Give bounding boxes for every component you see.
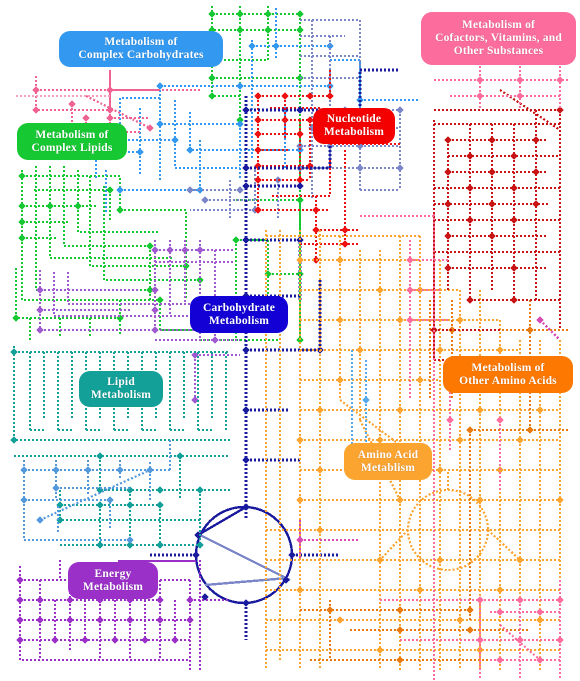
metabolic-pathway-map: .l{fill:none;stroke-width:2.2;stroke-das… — [0, 0, 580, 681]
label-energy-metabolism[interactable]: Energy Metabolism — [68, 562, 158, 599]
label-complex-lipids[interactable]: Metabolism of Complex Lipids — [17, 123, 127, 160]
label-lipid-metabolism[interactable]: Lipid Metabolism — [79, 371, 163, 407]
label-other-amino-acids[interactable]: Metabolism of Other Amino Acids — [443, 356, 573, 393]
label-cofactors-vitamins[interactable]: Metabolism of Cofactors, Vitamins, and O… — [421, 12, 576, 65]
label-amino-acid-metabolism[interactable]: Amino Acid Metablism — [344, 443, 432, 480]
label-nucleotide-metabolism[interactable]: Nucleotide Metabolism — [313, 108, 395, 144]
label-carbohydrate-metabolism[interactable]: Carbohydrate Metabolism — [190, 296, 288, 333]
label-complex-carbohydrates[interactable]: Metabolism of Complex Carbohydrates — [59, 31, 223, 67]
